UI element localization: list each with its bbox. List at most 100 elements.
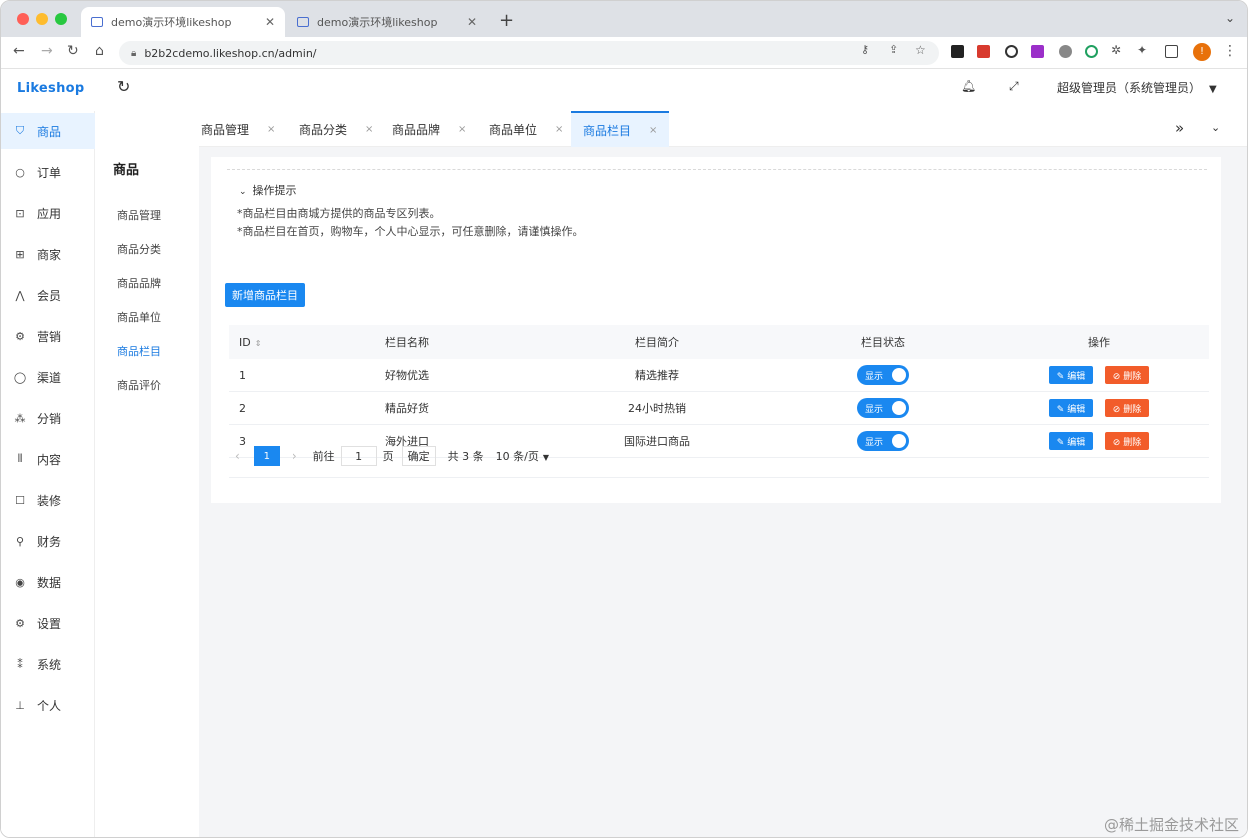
sidebar-item[interactable]: ⊞ 商家 <box>1 236 95 272</box>
close-tab-icon[interactable]: × <box>365 124 373 135</box>
close-tab-icon[interactable]: ✕ <box>467 15 477 29</box>
settings-extension-icon[interactable]: ✲ <box>1111 43 1121 57</box>
profile-avatar[interactable]: ! <box>1193 43 1211 61</box>
settings-icon: ⚙ <box>15 616 25 630</box>
reload-icon[interactable]: ↻ <box>67 43 79 59</box>
extension-icon[interactable] <box>1085 45 1098 58</box>
sidebar-item[interactable]: ⚙ 设置 <box>1 605 95 641</box>
fullscreen-icon[interactable]: ⤢ <box>1009 79 1019 94</box>
submenu-item[interactable]: 商品栏目 <box>117 343 161 359</box>
page-size-select[interactable]: 10 条/页 ▼ <box>496 448 549 464</box>
user-menu[interactable]: 超级管理员（系统管理员） ▼ <box>1057 79 1217 96</box>
browser-tab-active[interactable]: demo演示环境likeshop ✕ <box>81 7 285 37</box>
goto-page-input[interactable]: 1 <box>340 446 377 466</box>
sidebar-item[interactable]: ○ 订单 <box>1 154 95 190</box>
refresh-icon[interactable]: ↻ <box>117 77 130 96</box>
sidebar-item[interactable]: ⋀ 会员 <box>1 277 95 313</box>
extension-icon[interactable] <box>977 45 990 58</box>
submenu-item[interactable]: 商品单位 <box>117 309 161 325</box>
extension-icon[interactable] <box>1031 45 1044 58</box>
extension-icon[interactable] <box>951 45 964 58</box>
sidebar-item-label: 渠道 <box>37 370 62 385</box>
tip-line: *商品栏目在首页，购物车，个人中心显示，可任意删除，请谨慎操作。 <box>237 225 584 238</box>
current-page[interactable]: 1 <box>253 446 280 466</box>
sidebar-item[interactable]: ⛉ 商品 <box>1 113 95 149</box>
sidebar-item[interactable]: ☐ 装修 <box>1 482 95 518</box>
delete-button[interactable]: ⊘ 删除 <box>1105 399 1149 417</box>
order-icon: ○ <box>15 165 25 179</box>
sidebar-item[interactable]: ⁑ 系统 <box>1 646 95 682</box>
edit-button[interactable]: ✎ 编辑 <box>1049 432 1093 450</box>
add-column-button[interactable]: 新增商品栏目 <box>225 283 305 307</box>
goto-confirm-button[interactable]: 确定 <box>401 446 436 466</box>
back-icon[interactable]: ← <box>13 43 25 59</box>
watermark: @稀土掘金技术社区 <box>1103 816 1239 834</box>
submenu-item[interactable]: 商品分类 <box>117 241 161 257</box>
status-cell: 显示 <box>777 365 989 385</box>
sidebar-item[interactable]: ◯ 渠道 <box>1 359 95 395</box>
bookmark-star-icon[interactable]: ☆ <box>915 43 926 57</box>
tabs-menu-chevron-icon[interactable]: ⌄ <box>1211 121 1220 134</box>
prev-page-icon[interactable]: ‹ <box>235 449 240 463</box>
sidebar-item[interactable]: ⊡ 应用 <box>1 195 95 231</box>
delete-button[interactable]: ⊘ 删除 <box>1105 432 1149 450</box>
table-body: 1 好物优选 精选推荐 显示 ✎ 编辑 ⊘ 删除 2 精品好货 24小时热销 显示 ✎ 编辑 ⊘ 删除… <box>229 359 1209 458</box>
submenu-item[interactable]: 商品管理 <box>117 207 161 223</box>
key-icon[interactable]: ⚷ <box>861 43 869 56</box>
sidebar-toggle-icon[interactable] <box>1165 45 1178 58</box>
sidebar-item-label: 个人 <box>37 698 62 713</box>
sidebar-item[interactable]: ⚙ 营销 <box>1 318 95 354</box>
edit-button[interactable]: ✎ 编辑 <box>1049 366 1093 384</box>
submenu-item[interactable]: 商品评价 <box>117 377 161 393</box>
columns-table: ID ⇕ 栏目名称 栏目简介 栏目状态 操作 1 好物优选 精选推荐 显示 ✎ 编辑 ⊘ 删… <box>229 325 1209 458</box>
close-tab-icon[interactable]: ✕ <box>265 15 275 29</box>
tab-search-icon[interactable]: ⌄ <box>1225 11 1235 25</box>
edit-button[interactable]: ✎ 编辑 <box>1049 399 1093 417</box>
minimize-window-button[interactable] <box>36 13 48 25</box>
pagination: ‹ 1 › 前往 1 页 确定 共 3 条 10 条/页 ▼ <box>235 445 549 467</box>
puzzle-icon[interactable]: ✦ <box>1137 43 1147 57</box>
status-toggle[interactable]: 显示 <box>857 431 909 451</box>
share-icon[interactable]: ⇪ <box>889 43 898 56</box>
browser-menu-icon[interactable]: ⋮ <box>1223 43 1237 59</box>
page-tab[interactable]: 商品分类 × <box>287 111 385 147</box>
page-tab[interactable]: 商品管理 × <box>189 111 287 147</box>
close-tab-icon[interactable]: × <box>267 124 275 135</box>
browser-tab[interactable]: demo演示环境likeshop ✕ <box>287 7 487 37</box>
scroll-tabs-icon[interactable]: » <box>1175 119 1184 137</box>
main-sidebar: ⛉ 商品 ○ 订单 ⊡ 应用 ⊞ 商家 ⋀ 会员 ⚙ 营销 ◯ 渠道 ⁂ 分销 ⫴ 内容 ☐ 装修 ⚲ 财务 ◉ 数据 ⚙ 设置 ⁑… <box>1 111 95 837</box>
close-tab-icon[interactable]: × <box>555 124 563 135</box>
page-tab[interactable]: 商品单位 × <box>477 111 575 147</box>
app-logo[interactable]: Likeshop <box>17 81 84 96</box>
delete-button[interactable]: ⊘ 删除 <box>1105 366 1149 384</box>
close-tab-icon[interactable]: × <box>649 125 657 136</box>
extension-icon[interactable] <box>1005 45 1018 58</box>
maximize-window-button[interactable] <box>55 13 67 25</box>
page-tab[interactable]: 商品品牌 × <box>380 111 478 147</box>
sidebar-item[interactable]: ⚲ 财务 <box>1 523 95 559</box>
home-icon[interactable]: ⌂ <box>95 43 104 59</box>
extension-icon[interactable] <box>1059 45 1072 58</box>
new-tab-button[interactable]: + <box>499 10 514 31</box>
lock-icon: 🔒︎ <box>131 47 137 59</box>
sidebar-item[interactable]: ⊥ 个人 <box>1 687 95 723</box>
close-tab-icon[interactable]: × <box>458 124 466 135</box>
submenu-item[interactable]: 商品品牌 <box>117 275 161 291</box>
status-toggle[interactable]: 显示 <box>857 398 909 418</box>
close-window-button[interactable] <box>17 13 29 25</box>
id-header[interactable]: ID ⇕ <box>229 336 277 349</box>
tips-toggle[interactable]: ⌄ 操作提示 <box>239 182 1207 198</box>
forward-icon[interactable]: → <box>41 43 53 59</box>
sort-icon[interactable]: ⇕ <box>255 339 262 348</box>
sidebar-item[interactable]: ⫴ 内容 <box>1 441 95 477</box>
address-bar[interactable]: 🔒︎ b2b2cdemo.likeshop.cn/admin/ <box>119 41 939 65</box>
sidebar-item-label: 商家 <box>37 247 62 262</box>
status-toggle[interactable]: 显示 <box>857 365 909 385</box>
page-tab[interactable]: 商品栏目 × <box>571 111 670 147</box>
sidebar-item[interactable]: ◉ 数据 <box>1 564 95 600</box>
next-page-icon[interactable]: › <box>292 449 297 463</box>
status-toggle-label: 显示 <box>865 404 884 415</box>
sidebar-item[interactable]: ⁂ 分销 <box>1 400 95 436</box>
browser-toolbar: ← → ↻ ⌂ 🔒︎ b2b2cdemo.likeshop.cn/admin/ … <box>1 37 1247 69</box>
bell-icon[interactable]: 🔔︎ <box>961 79 976 93</box>
